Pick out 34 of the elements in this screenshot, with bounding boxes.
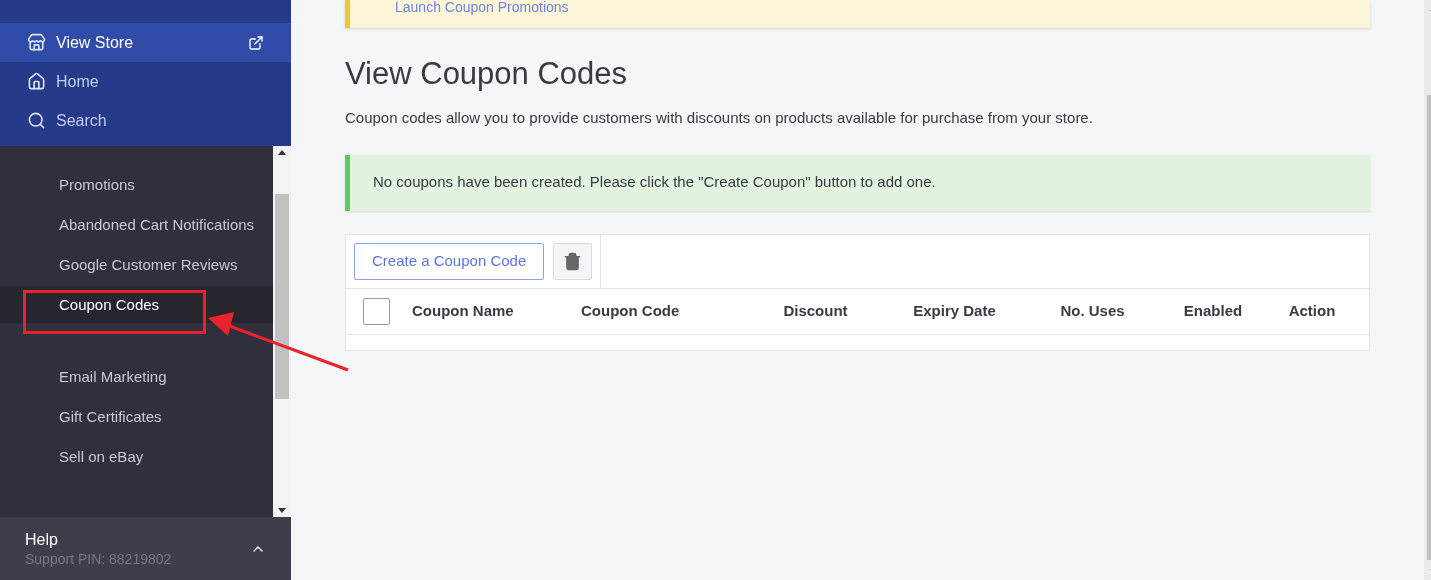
create-coupon-button[interactable]: Create a Coupon Code xyxy=(354,242,545,280)
alert-text: No coupons have been created. Please click the "Create Coupon" button to add one. xyxy=(373,172,936,193)
nav-item[interactable]: Search xyxy=(0,101,291,140)
store-icon xyxy=(27,33,46,52)
column-header: No. Uses xyxy=(1059,300,1126,321)
column-header: Enabled xyxy=(1182,300,1244,321)
column-header: Action xyxy=(1287,300,1337,321)
sidebar-item[interactable]: Email Marketing xyxy=(0,358,273,395)
home-icon xyxy=(27,72,46,91)
scrollbar-thumb[interactable] xyxy=(275,194,289,399)
page-description: Coupon codes allow you to provide customers with discounts on products available for purchase from your store. xyxy=(345,108,1094,128)
sidebar-item[interactable]: Coupon Codes xyxy=(0,286,273,323)
search-icon xyxy=(27,111,46,130)
sidebar-item[interactable]: Google Customer Reviews xyxy=(0,246,273,283)
column-header: Coupon Code xyxy=(581,300,681,321)
delete-button[interactable] xyxy=(553,242,593,280)
sidebar-item[interactable]: Gift Certificates xyxy=(0,398,273,435)
scroll-up-icon[interactable] xyxy=(278,150,286,155)
column-header: Expiry Date xyxy=(912,300,997,321)
sidebar-item[interactable]: Promotions xyxy=(0,166,273,203)
page-title: View Coupon Codes xyxy=(345,55,629,93)
column-header: Discount xyxy=(782,300,849,321)
sidebar-item[interactable]: Abandoned Cart Notifications xyxy=(0,206,273,243)
scrollbar[interactable] xyxy=(273,146,291,517)
select-all-checkbox[interactable] xyxy=(363,297,390,325)
external-link-icon[interactable] xyxy=(248,34,264,51)
support-pin: Support PIN: 88219802 xyxy=(25,549,173,568)
nav-item[interactable]: View Store xyxy=(0,23,291,62)
help-panel[interactable]: Help Support PIN: 88219802 xyxy=(0,517,291,580)
trash-icon xyxy=(563,251,583,271)
column-header: Coupon Name xyxy=(412,300,515,321)
sidebar-item[interactable]: Sell on eBay xyxy=(0,438,273,475)
nav-item[interactable]: Home xyxy=(0,62,291,101)
help-title: Help xyxy=(25,529,59,550)
